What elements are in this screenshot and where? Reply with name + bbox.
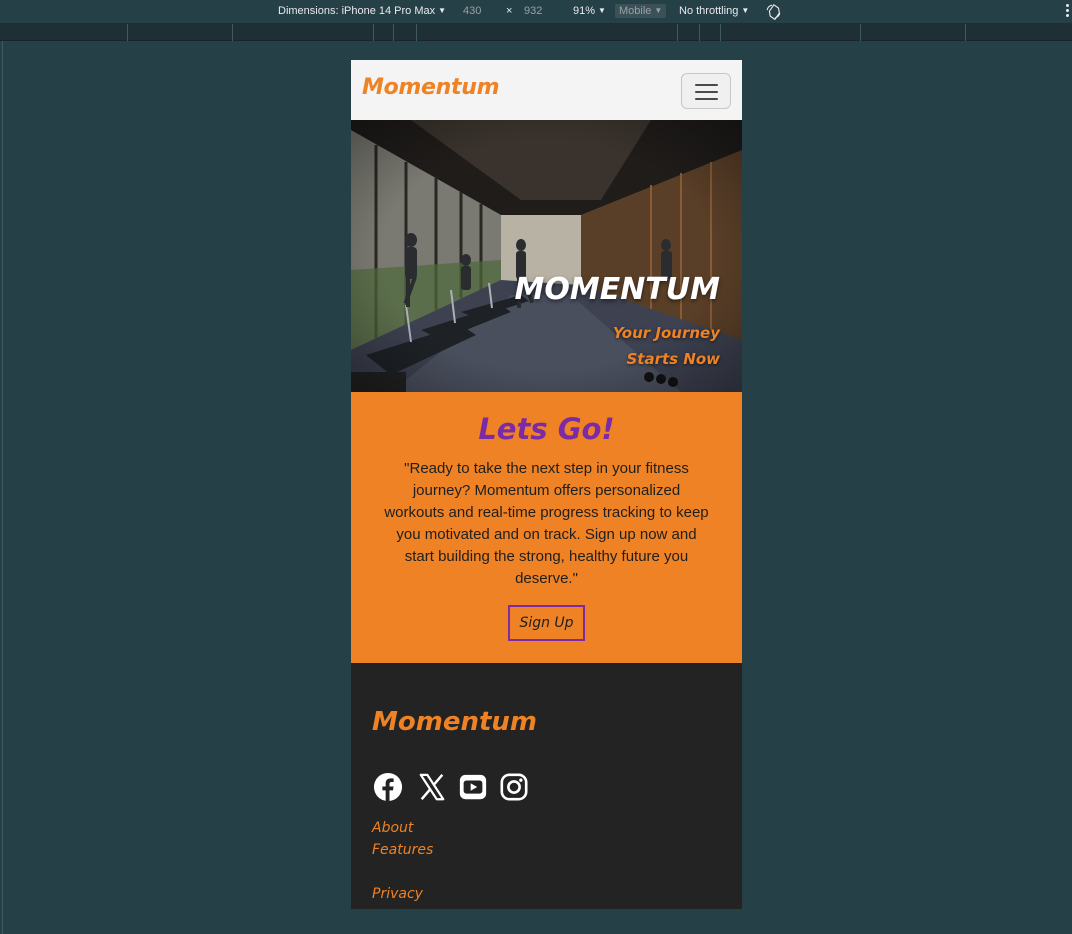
media-query-segment[interactable] <box>860 24 861 41</box>
throttling-selector[interactable]: No throttling ▼ <box>679 5 749 17</box>
site-footer: Momentum About Features Privacy <box>351 663 742 909</box>
sign-up-button[interactable]: Sign Up <box>508 605 585 641</box>
device-selector[interactable]: Dimensions: iPhone 14 Pro Max ▼ <box>278 5 446 17</box>
hamburger-icon <box>695 98 718 100</box>
zoom-label: 91% <box>573 5 596 17</box>
instagram-icon[interactable] <box>499 772 529 802</box>
footer-link-privacy[interactable]: Privacy <box>372 886 423 902</box>
media-query-segment[interactable] <box>127 24 128 41</box>
devtools-device-toolbar: Dimensions: iPhone 14 Pro Max ▼ 430 × 932… <box>0 0 1072 24</box>
chevron-down-icon: ▼ <box>598 6 606 15</box>
media-query-segment[interactable] <box>677 24 678 41</box>
chevron-down-icon: ▼ <box>741 6 750 15</box>
facebook-icon[interactable] <box>373 772 403 802</box>
rotate-icon[interactable] <box>765 3 782 20</box>
navbar: Momentum <box>351 60 742 120</box>
hero-banner: MOMENTUM Your Journey Starts Now <box>351 120 742 392</box>
width-input[interactable]: 430 <box>463 5 481 17</box>
media-query-segment[interactable] <box>699 24 700 41</box>
dimension-separator: × <box>506 5 513 17</box>
footer-brand[interactable]: Momentum <box>372 707 537 737</box>
media-query-segment[interactable] <box>393 24 394 41</box>
media-query-segment[interactable] <box>373 24 374 41</box>
cta-section: Lets Go! "Ready to take the next step in… <box>351 392 742 663</box>
hero-title: MOMENTUM <box>514 272 721 307</box>
hamburger-icon <box>695 91 718 93</box>
media-query-segment[interactable] <box>965 24 966 41</box>
youtube-icon[interactable] <box>458 772 488 802</box>
x-icon[interactable] <box>417 772 447 802</box>
chevron-down-icon: ▼ <box>438 6 447 15</box>
more-options-icon[interactable] <box>1066 4 1070 18</box>
media-query-segment[interactable] <box>232 24 233 41</box>
device-type-label: Mobile <box>619 5 652 17</box>
media-query-segment[interactable] <box>416 24 417 41</box>
cta-description: "Ready to take the next step in your fit… <box>384 460 709 587</box>
menu-toggle-button[interactable] <box>681 73 731 109</box>
height-input[interactable]: 932 <box>524 5 542 17</box>
cta-heading: Lets Go! <box>478 412 615 446</box>
chevron-down-icon: ▼ <box>654 6 663 15</box>
hamburger-icon <box>695 84 718 86</box>
media-query-bar <box>0 24 1072 41</box>
footer-link-features[interactable]: Features <box>372 842 433 858</box>
navbar-brand[interactable]: Momentum <box>362 75 500 100</box>
zoom-selector[interactable]: 91% ▼ <box>573 5 606 17</box>
media-query-segment[interactable] <box>720 24 721 41</box>
device-type-selector[interactable]: Mobile ▼ <box>615 4 667 18</box>
throttling-label: No throttling <box>679 5 739 17</box>
hero-subtitle: Your Journey Starts Now <box>612 324 720 368</box>
footer-link-about[interactable]: About <box>372 820 413 836</box>
viewport-border <box>2 41 3 934</box>
device-label: Dimensions: iPhone 14 Pro Max <box>278 5 436 17</box>
device-viewport: Momentum MOMENTUM Your Journey Starts No… <box>351 60 742 909</box>
